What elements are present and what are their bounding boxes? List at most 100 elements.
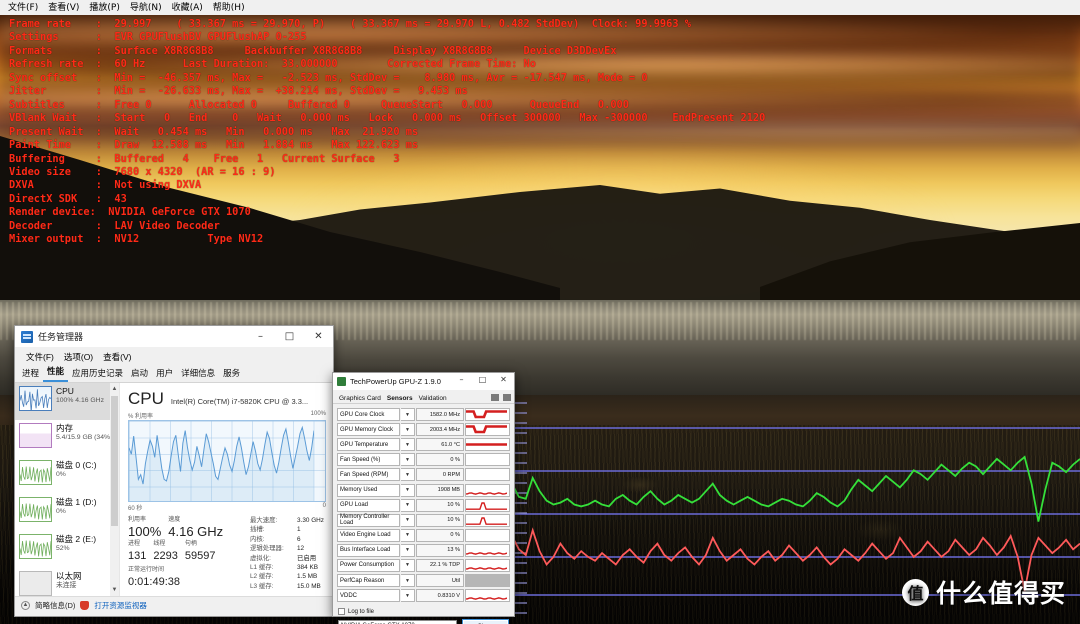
chevron-down-icon[interactable]: ▼ <box>401 408 415 422</box>
sensor-value: Util <box>416 574 464 588</box>
menu-icon[interactable] <box>503 394 511 401</box>
menu-item-view[interactable]: 查看(V) <box>43 1 84 15</box>
close-icon[interactable]: ✕ <box>493 371 514 388</box>
chevron-up-icon[interactable]: ▲ <box>21 600 30 610</box>
brief-info-button[interactable]: 简略信息(D) <box>35 600 75 611</box>
tab-1[interactable]: 性能 <box>43 364 69 382</box>
minimize-icon[interactable]: – <box>246 326 275 348</box>
chevron-down-icon[interactable]: ▼ <box>401 498 415 512</box>
cpu-spec-key: L1 缓存: <box>250 564 274 572</box>
sensor-value: 61.0 °C <box>416 438 464 452</box>
renderer-statistics-overlay: Frame rate : 29.997 ( 33.367 ms = 29.970… <box>9 18 765 247</box>
task-manager-title: 任务管理器 <box>38 332 84 342</box>
sensor-sparkline <box>465 513 510 527</box>
task-manager-titlebar[interactable]: 任务管理器 – □ ✕ <box>15 326 333 348</box>
sensor-row: Fan Speed (RPM) ▼ 0 RPM <box>337 467 510 482</box>
menu-item-file[interactable]: 文件(F) <box>3 1 43 15</box>
osd-line: DXVA : Not using DXVA <box>9 179 202 192</box>
sidebar-thumbnail <box>19 423 52 448</box>
tab-0[interactable]: 进程 <box>18 366 43 382</box>
checkbox-box[interactable] <box>338 608 345 616</box>
gpuz-tab-2[interactable]: Validation <box>416 394 450 403</box>
sidebar-item-text: 磁盘 2 (E:) 52% <box>56 534 96 553</box>
chevron-down-icon[interactable]: ▼ <box>401 423 415 437</box>
sidebar-item-sublabel: 0% <box>56 471 66 478</box>
sidebar-item-label: 磁盘 2 (E:) <box>56 534 97 544</box>
menu-item-help[interactable]: 帮助(H) <box>208 1 250 15</box>
cpu-spec-value: 384 KB <box>297 564 318 572</box>
scroll-down-icon[interactable]: ▼ <box>110 584 119 596</box>
chevron-down-icon[interactable]: ▼ <box>401 589 415 603</box>
cpu-spec-key: 虚拟化: <box>250 554 271 562</box>
gpuz-tab-1[interactable]: Sensors <box>384 394 416 403</box>
close-button[interactable]: Close <box>462 619 509 624</box>
cpu-detail-header: CPU Intel(R) Core(TM) i7-5820K CPU @ 3.3… <box>128 389 326 408</box>
minimize-icon[interactable]: – <box>451 371 472 388</box>
open-resource-monitor-link[interactable]: 打开资源监视器 <box>94 600 147 611</box>
chevron-down-icon[interactable]: ▼ <box>401 468 415 482</box>
sidebar-item-disk[interactable]: 磁盘 2 (E:) 52% <box>15 531 119 568</box>
task-manager-window[interactable]: 任务管理器 – □ ✕ 文件(F) 选项(O) 查看(V) 进程 性能 应用历史记录… <box>14 325 334 617</box>
gpu-device-select[interactable]: NVIDIA GeForce GTX 1070 ▾ <box>338 619 457 624</box>
sidebar-item-cpu[interactable]: CPU 100% 4.16 GHz <box>15 383 119 420</box>
sensor-row: PerfCap Reason ▼ Util <box>337 573 510 588</box>
sidebar-item-eth[interactable]: 以太网 未连接 <box>15 568 119 596</box>
scrollbar-thumb[interactable] <box>111 396 118 526</box>
thread-count-field: 线程 2293 <box>153 540 177 564</box>
sensor-value: 1582.0 MHz <box>416 408 464 422</box>
maximize-icon[interactable]: □ <box>472 371 493 388</box>
sensor-sparkline <box>465 468 510 482</box>
tab-5[interactable]: 详细信息 <box>177 366 219 382</box>
watermark-text: 什么值得买 <box>935 579 1066 608</box>
menu-item-navigate[interactable]: 导航(N) <box>125 1 167 15</box>
sensor-row: Fan Speed (%) ▼ 0 % <box>337 452 510 467</box>
sensor-row: GPU Core Clock ▼ 1582.0 MHz <box>337 407 510 422</box>
log-to-file-checkbox[interactable]: Log to file <box>338 608 509 616</box>
sidebar-item-disk[interactable]: 磁盘 1 (D:) 0% <box>15 494 119 531</box>
chevron-down-icon[interactable]: ▼ <box>401 543 415 557</box>
chevron-down-icon[interactable]: ▼ <box>401 513 415 527</box>
camera-icon[interactable] <box>491 394 499 401</box>
menu-item-play[interactable]: 播放(P) <box>84 1 124 15</box>
tab-2[interactable]: 应用历史记录 <box>68 366 127 382</box>
osd-line: Buffering : Buffered 4 Free 1 Current Su… <box>9 152 400 165</box>
menu-item-favorites[interactable]: 收藏(A) <box>167 1 208 15</box>
sidebar-item-mem[interactable]: 内存 5.4/15.9 GB (34%) <box>15 420 119 457</box>
gpuz-titlebar[interactable]: TechPowerUp GPU-Z 1.9.0 – □ ✕ <box>333 373 514 390</box>
tm-menu-file[interactable]: 文件(F) <box>21 350 59 364</box>
resource-list-scrollbar[interactable]: ▲ ▼ <box>110 383 119 596</box>
chevron-down-icon[interactable]: ▼ <box>401 528 415 542</box>
cpu-spec-row: L1 缓存: 384 KB <box>250 563 326 572</box>
tab-3[interactable]: 启动 <box>127 366 152 382</box>
gpuz-tab-0[interactable]: Graphics Card <box>336 394 384 403</box>
maximize-icon[interactable]: □ <box>275 326 304 348</box>
sensor-name: GPU Memory Clock <box>337 423 400 437</box>
cpu-spec-key: 逻辑处理器: <box>250 545 284 553</box>
tab-6[interactable]: 服务 <box>219 366 244 382</box>
cpu-spec-row: 内核: 6 <box>250 535 326 544</box>
tm-menu-options[interactable]: 选项(O) <box>59 350 98 364</box>
uptime-value: 0:01:49:38 <box>128 576 180 588</box>
close-icon[interactable]: ✕ <box>304 326 333 348</box>
gpuz-bottom-bar: NVIDIA GeForce GTX 1070 ▾ Close <box>333 619 514 624</box>
sensor-name: Fan Speed (RPM) <box>337 468 400 482</box>
thread-count-caption: 线程 <box>153 541 166 547</box>
gpuz-window[interactable]: TechPowerUp GPU-Z 1.9.0 – □ ✕ Graphics C… <box>332 372 515 624</box>
cpu-spec-row: 插槽: 1 <box>250 525 326 534</box>
cpu-utilization-svg <box>129 425 315 501</box>
osd-line: Mixer output : NV12 Type NV12 <box>9 233 264 246</box>
cpu-spec-value: 1.5 MB <box>297 573 318 581</box>
sensor-value: 0.8310 V <box>416 589 464 603</box>
osd-line: Settings : EVR GPUFlushBV GPUFlushAP 0-2… <box>9 31 307 44</box>
scroll-up-icon[interactable]: ▲ <box>110 383 119 395</box>
chevron-down-icon[interactable]: ▼ <box>401 483 415 497</box>
chevron-down-icon[interactable]: ▼ <box>401 558 415 572</box>
chevron-down-icon[interactable]: ▼ <box>401 453 415 467</box>
chevron-down-icon[interactable]: ▼ <box>401 574 415 588</box>
chevron-down-icon[interactable]: ▼ <box>401 438 415 452</box>
gpuz-sensor-rows: GPU Core Clock ▼ 1582.0 MHz GPU Memory Cloc… <box>333 404 514 603</box>
resource-list[interactable]: CPU 100% 4.16 GHz 内存 5.4/15.9 GB (34%) 磁盘 0 … <box>15 383 120 596</box>
tab-4[interactable]: 用户 <box>152 366 177 382</box>
sidebar-item-disk[interactable]: 磁盘 0 (C:) 0% <box>15 457 119 494</box>
tm-menu-view[interactable]: 查看(V) <box>98 350 136 364</box>
